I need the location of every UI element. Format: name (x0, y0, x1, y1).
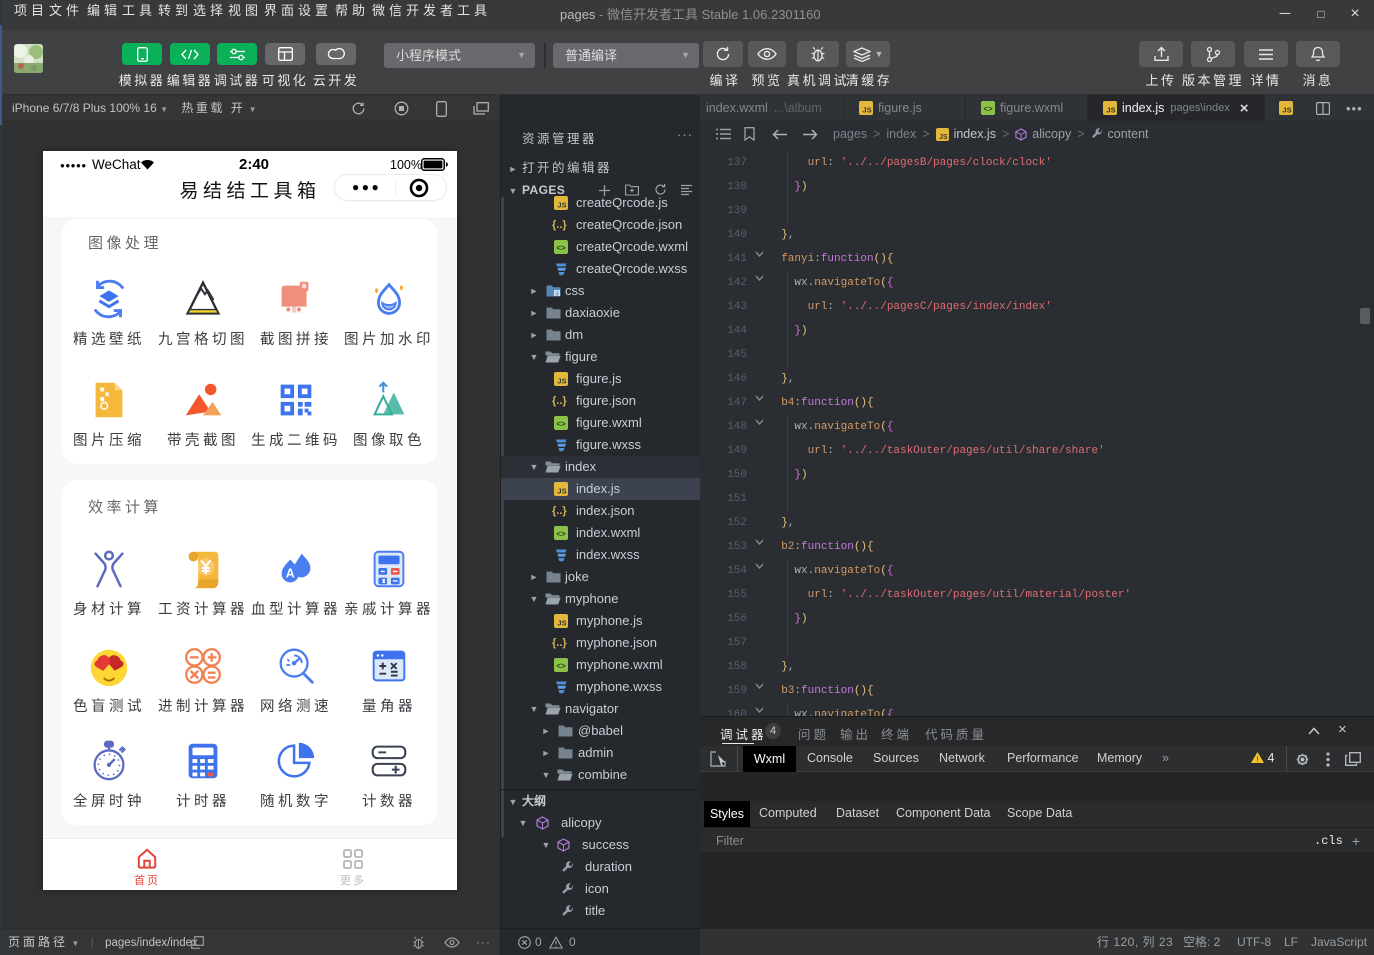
svg-text:<>: <> (556, 662, 566, 671)
svg-text:JS: JS (1282, 106, 1291, 115)
svg-text:!: ! (1257, 757, 1259, 763)
svg-text:JS: JS (1106, 106, 1115, 115)
svg-text:<>: <> (556, 244, 566, 253)
svg-text:<>: <> (983, 105, 993, 114)
svg-text:JS: JS (862, 106, 871, 115)
svg-text:JS: JS (557, 487, 566, 496)
svg-text:JS: JS (557, 619, 566, 628)
svg-text:JS: JS (557, 377, 566, 386)
svg-text:<>: <> (556, 420, 566, 429)
svg-text:A: A (286, 567, 295, 581)
svg-text:3: 3 (555, 291, 558, 297)
svg-text:<>: <> (556, 530, 566, 539)
svg-text:JS: JS (939, 133, 948, 140)
svg-text:JS: JS (557, 201, 566, 210)
